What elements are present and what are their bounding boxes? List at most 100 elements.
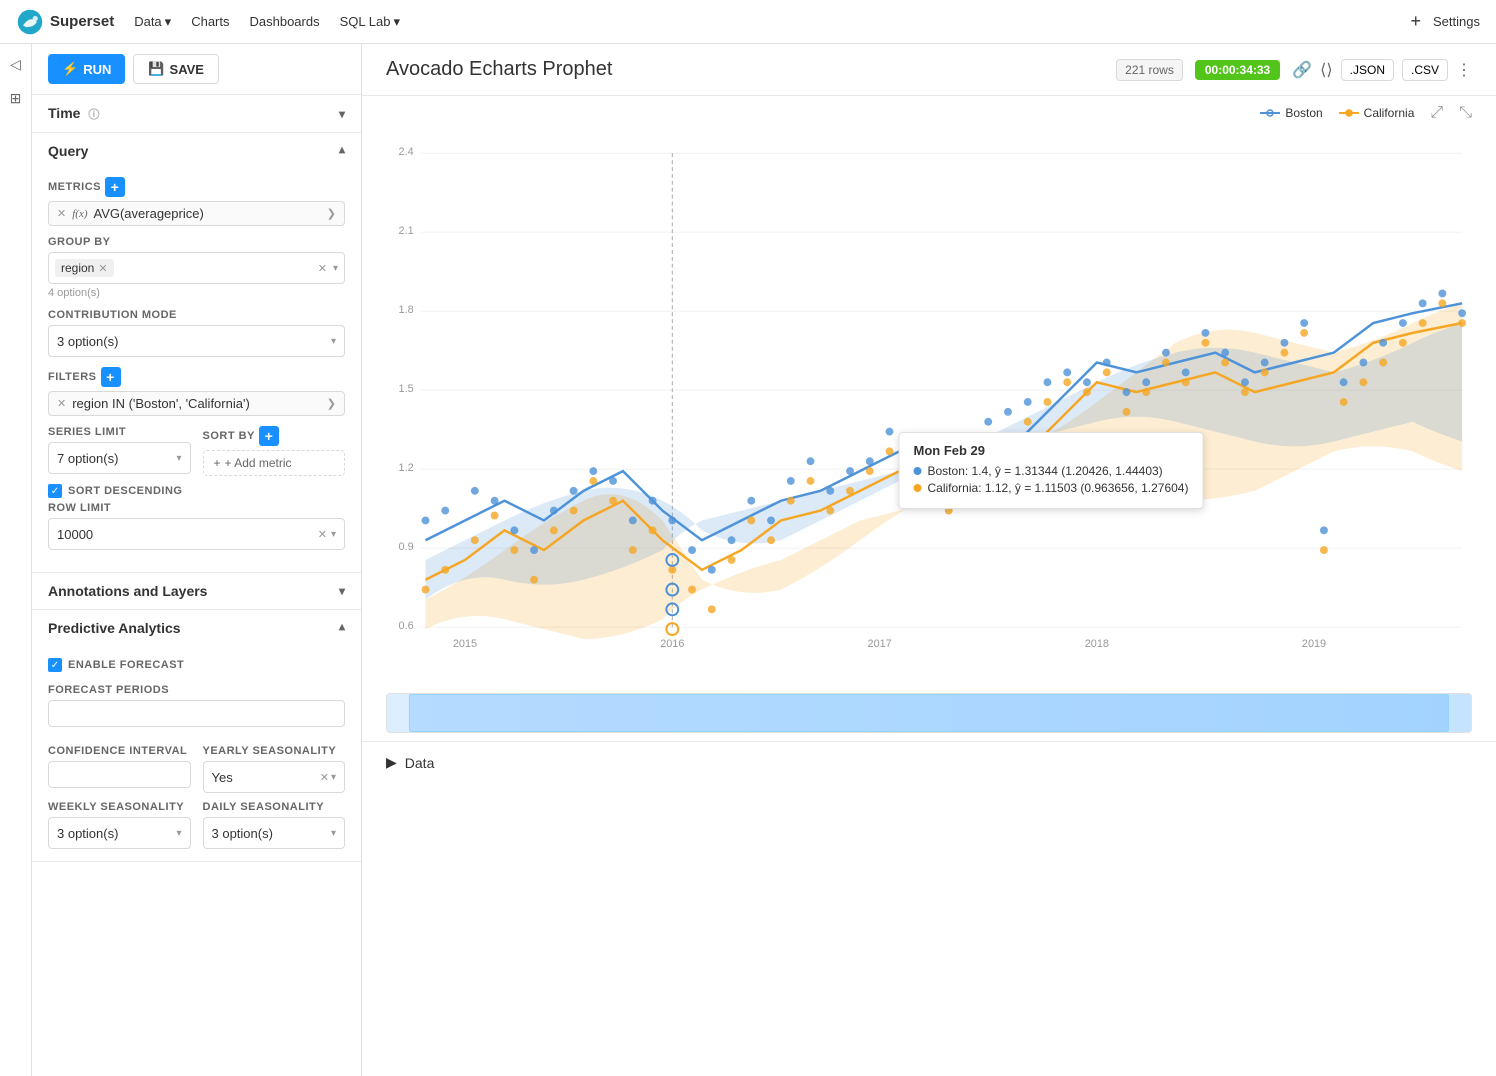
region-tag: region ✕ [55, 259, 114, 277]
logo[interactable]: Superset [16, 8, 114, 36]
metric-value: AVG(averageprice) [93, 206, 320, 221]
nav-data[interactable]: Data ▾ [134, 14, 171, 30]
link-icon[interactable]: 🔗 [1292, 60, 1312, 80]
settings-link[interactable]: Settings [1433, 14, 1480, 29]
weekly-daily-row: WEEKLY SEASONALITY 3 option(s) ▾ DAILY S… [48, 801, 345, 849]
region-tag-remove[interactable]: ✕ [98, 262, 107, 275]
group-by-clear-icon[interactable]: ✕ [318, 262, 327, 275]
filters-add-button[interactable]: + [101, 367, 121, 387]
sort-descending-checkbox[interactable] [48, 484, 62, 498]
filter-item[interactable]: ✕ region IN ('Boston', 'California') ❯ [48, 391, 345, 416]
svg-text:2017: 2017 [868, 638, 892, 650]
query-section-header[interactable]: Query ▾ [32, 133, 361, 169]
sort-by-add-button[interactable]: + [259, 426, 279, 446]
sort-by-label: SORT BY + [203, 426, 346, 446]
svg-text:2.1: 2.1 [399, 225, 414, 237]
chart-container: 2.4 2.1 1.8 1.5 1.2 0.9 0.6 2015 2016 20… [362, 122, 1496, 685]
nav-links: Data ▾ Charts Dashboards SQL Lab ▾ [134, 14, 400, 30]
save-icon: 💾 [148, 61, 164, 77]
svg-text:2019: 2019 [1302, 638, 1326, 650]
row-limit-clear-icon[interactable]: ✕ [318, 528, 327, 541]
legend-california[interactable]: California [1339, 106, 1415, 120]
chart-legend: Boston California ⤢ ⤡ [362, 96, 1496, 122]
chart-header-icons: 🔗 ⟨⟩ .JSON .CSV ⋮ [1292, 59, 1472, 81]
time-info-icon: ⓘ [88, 109, 99, 121]
annotations-section: Annotations and Layers ▾ [32, 573, 361, 610]
data-label: Data [405, 755, 435, 771]
yearly-seasonality-clear-icon[interactable]: ✕ [320, 771, 329, 784]
forecast-periods-input[interactable]: 52 [48, 700, 345, 727]
predictive-section-header[interactable]: Predictive Analytics ▾ [32, 610, 361, 646]
row-limit-row: ROW LIMIT 10000 ✕ ▾ [48, 502, 345, 550]
metrics-row: METRICS + ✕ f(x) AVG(averageprice) ❯ [48, 177, 345, 226]
svg-text:2018: 2018 [1085, 638, 1109, 650]
weekly-seasonality-select[interactable]: 3 option(s) ▾ [48, 817, 191, 849]
filter-remove-icon[interactable]: ✕ [57, 397, 66, 410]
daily-seasonality-label: DAILY SEASONALITY [203, 801, 346, 813]
contribution-mode-select[interactable]: 3 option(s) ▾ [48, 325, 345, 357]
nav-charts[interactable]: Charts [191, 14, 229, 30]
data-section: ▶ Data [362, 741, 1496, 783]
collapse-icon[interactable]: ⤡ [1459, 104, 1472, 122]
filter-expand-icon[interactable]: ❯ [327, 397, 336, 410]
confidence-interval-label: CONFIDENCE INTERVAL [48, 745, 191, 757]
group-by-field[interactable]: region ✕ ✕ ▾ [48, 252, 345, 284]
csv-button[interactable]: .CSV [1402, 59, 1448, 81]
yearly-seasonality-select[interactable]: Yes ✕ ▾ [203, 761, 346, 793]
row-limit-select[interactable]: 10000 ✕ ▾ [48, 518, 345, 550]
metric-item[interactable]: ✕ f(x) AVG(averageprice) ❯ [48, 201, 345, 226]
group-by-dropdown-icon[interactable]: ▾ [333, 263, 338, 274]
rail-back[interactable]: ◁ [4, 52, 28, 76]
confidence-interval-input[interactable]: 0.8 [48, 761, 191, 788]
chart-minimap [362, 685, 1496, 741]
predictive-title: Predictive Analytics [48, 620, 181, 636]
series-limit-select[interactable]: 7 option(s) ▾ [48, 442, 191, 474]
icon-rail: ◁ ⊞ [0, 44, 32, 1076]
enable-forecast-checkbox[interactable] [48, 658, 62, 672]
minimap-selection[interactable] [409, 694, 1450, 732]
daily-seasonality-select[interactable]: 3 option(s) ▾ [203, 817, 346, 849]
save-button[interactable]: 💾 SAVE [133, 54, 219, 84]
more-options-icon[interactable]: ⋮ [1456, 60, 1472, 80]
contribution-mode-row: CONTRIBUTION MODE 3 option(s) ▾ [48, 309, 345, 357]
forecast-periods-label: FORECAST PERIODS [48, 684, 345, 696]
chart-title: Avocado Echarts Prophet [386, 58, 1104, 81]
filter-value: region IN ('Boston', 'California') [72, 396, 321, 411]
group-by-row: GROUP BY region ✕ ✕ ▾ 4 option(s) [48, 236, 345, 299]
run-button[interactable]: ⚡ RUN [48, 54, 125, 84]
svg-text:2015: 2015 [453, 638, 477, 650]
query-title: Query [48, 143, 88, 159]
contribution-mode-label: CONTRIBUTION MODE [48, 309, 345, 321]
rail-grid[interactable]: ⊞ [4, 86, 28, 110]
daily-seasonality-dropdown-icon: ▾ [331, 828, 336, 839]
legend-boston[interactable]: Boston [1260, 106, 1322, 120]
time-title: Time ⓘ [48, 105, 99, 122]
data-expand-icon: ▶ [386, 754, 397, 771]
series-limit-dropdown-icon: ▾ [176, 453, 181, 464]
code-icon[interactable]: ⟨⟩ [1320, 60, 1332, 80]
sort-descending-label: SORT DESCENDING [68, 485, 182, 497]
yearly-seasonality-col: YEARLY SEASONALITY Yes ✕ ▾ [203, 745, 346, 793]
svg-text:0.9: 0.9 [399, 541, 414, 553]
top-navigation: Superset Data ▾ Charts Dashboards SQL La… [0, 0, 1496, 44]
metrics-add-button[interactable]: + [105, 177, 125, 197]
metric-remove-icon[interactable]: ✕ [57, 207, 66, 220]
time-section-header[interactable]: Time ⓘ ▾ [32, 95, 361, 132]
metrics-label: METRICS + [48, 177, 345, 197]
boston-legend-label: Boston [1285, 106, 1322, 120]
add-button[interactable]: + [1411, 11, 1422, 32]
data-section-header[interactable]: ▶ Data [386, 754, 1472, 771]
nav-dashboards[interactable]: Dashboards [250, 14, 320, 30]
svg-text:1.2: 1.2 [399, 462, 414, 474]
minimap-bar[interactable] [386, 693, 1472, 733]
annotations-section-header[interactable]: Annotations and Layers ▾ [32, 573, 361, 609]
expand-icon[interactable]: ⤢ [1430, 104, 1443, 122]
row-limit-label: ROW LIMIT [48, 502, 345, 514]
nav-sqllab[interactable]: SQL Lab ▾ [340, 14, 400, 30]
svg-text:0.6: 0.6 [399, 620, 414, 632]
predictive-chevron-icon: ▾ [339, 621, 345, 635]
metric-expand-icon[interactable]: ❯ [327, 207, 336, 220]
sort-by-add-metric[interactable]: + + Add metric [203, 450, 346, 476]
json-button[interactable]: .JSON [1341, 59, 1394, 81]
query-section: Query ▾ METRICS + ✕ f(x) AVG(averagepric… [32, 133, 361, 573]
